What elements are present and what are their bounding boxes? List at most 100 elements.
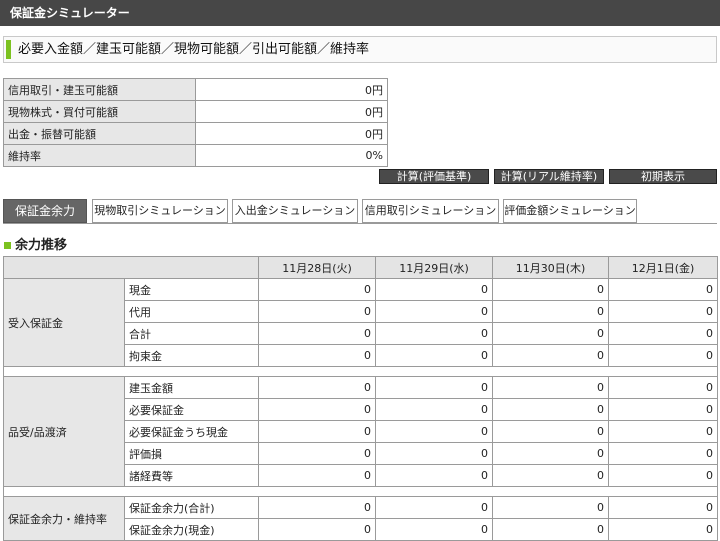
cell-value: 0 bbox=[492, 322, 609, 345]
summary-row: 信用取引・建玉可能額 0円 bbox=[3, 78, 388, 101]
header-row: 11月28日(火) 11月29日(水) 11月30日(木) 12月1日(金) bbox=[3, 256, 718, 279]
cell-value: 0 bbox=[492, 518, 609, 541]
cell-value: 0 bbox=[608, 322, 718, 345]
cell-value: 0 bbox=[375, 344, 493, 367]
cell-value: 0 bbox=[492, 398, 609, 421]
tab-divider bbox=[3, 223, 717, 224]
date-header: 11月28日(火) bbox=[258, 256, 376, 279]
cell-value: 0 bbox=[258, 518, 376, 541]
item-label: 拘束金 bbox=[124, 344, 259, 367]
cell-value: 0 bbox=[375, 300, 493, 323]
date-header: 12月1日(金) bbox=[608, 256, 718, 279]
header-blank bbox=[3, 256, 259, 279]
cell-value: 0 bbox=[258, 442, 376, 465]
cell-value: 0 bbox=[608, 398, 718, 421]
bullet-icon bbox=[4, 242, 11, 249]
cell-value: 0 bbox=[492, 376, 609, 399]
item-label: 建玉金額 bbox=[124, 376, 259, 399]
cell-value: 0 bbox=[375, 420, 493, 443]
summary-label: 信用取引・建玉可能額 bbox=[3, 78, 196, 101]
cell-value: 0 bbox=[375, 322, 493, 345]
cell-value: 0 bbox=[375, 398, 493, 421]
group-label: 受入保証金 bbox=[3, 278, 125, 367]
date-header: 11月29日(水) bbox=[375, 256, 493, 279]
table-row: 品受/品渡済 建玉金額 0 0 0 0 bbox=[3, 376, 718, 487]
summary-row: 現物株式・買付可能額 0円 bbox=[3, 100, 388, 123]
tab-deposit-sim[interactable]: 入出金シミュレーション bbox=[232, 199, 358, 223]
summary-label: 維持率 bbox=[3, 144, 196, 167]
cell-value: 0 bbox=[492, 344, 609, 367]
cell-value: 0 bbox=[375, 496, 493, 519]
app-title-bar: 保証金シミュレーター bbox=[0, 0, 720, 26]
spacer-cell bbox=[3, 486, 718, 497]
cell-value: 0 bbox=[258, 496, 376, 519]
cell-value: 0 bbox=[258, 420, 376, 443]
summary-label: 出金・振替可能額 bbox=[3, 122, 196, 145]
cell-value: 0 bbox=[608, 496, 718, 519]
item-label: 現金 bbox=[124, 278, 259, 301]
cell-value: 0 bbox=[608, 300, 718, 323]
spacer-cell bbox=[3, 366, 718, 377]
cell-value: 0 bbox=[375, 442, 493, 465]
group-label: 品受/品渡済 bbox=[3, 376, 125, 487]
cell-value: 0 bbox=[258, 398, 376, 421]
cell-value: 0 bbox=[492, 442, 609, 465]
cell-value: 0 bbox=[492, 420, 609, 443]
cell-value: 0 bbox=[492, 278, 609, 301]
item-label: 諸経費等 bbox=[124, 464, 259, 487]
cell-value: 0 bbox=[258, 344, 376, 367]
cell-value: 0 bbox=[608, 278, 718, 301]
tab-bar: 保証金余力 現物取引シミュレーション 入出金シミュレーション 信用取引シミュレー… bbox=[3, 199, 717, 224]
item-label: 代用 bbox=[124, 300, 259, 323]
section-title: 必要入金額／建玉可能額／現物可能額／引出可能額／維持率 bbox=[18, 42, 370, 57]
summary-value: 0円 bbox=[195, 78, 388, 101]
cell-value: 0 bbox=[608, 464, 718, 487]
tab-spot-sim[interactable]: 現物取引シミュレーション bbox=[92, 199, 228, 223]
item-label: 必要保証金 bbox=[124, 398, 259, 421]
spacer-row bbox=[3, 486, 718, 497]
cell-value: 0 bbox=[258, 322, 376, 345]
summary-label: 現物株式・買付可能額 bbox=[3, 100, 196, 123]
item-label: 保証金余力(現金) bbox=[124, 518, 259, 541]
table-row: 保証金余力・維持率 保証金余力(合計) 0 0 0 0 bbox=[3, 496, 718, 541]
item-label: 評価損 bbox=[124, 442, 259, 465]
summary-table: 信用取引・建玉可能額 0円 現物株式・買付可能額 0円 出金・振替可能額 0円 … bbox=[3, 78, 388, 167]
tab-valuation-sim[interactable]: 評価金額シミュレーション bbox=[503, 199, 637, 223]
calc-eval-button[interactable]: 計算(評価基準) bbox=[379, 169, 489, 184]
group-label: 保証金余力・維持率 bbox=[3, 496, 125, 541]
cell-value: 0 bbox=[492, 496, 609, 519]
cell-value: 0 bbox=[375, 278, 493, 301]
date-header: 11月30日(木) bbox=[492, 256, 609, 279]
balance-table: 11月28日(火) 11月29日(水) 11月30日(木) 12月1日(金) 受… bbox=[3, 256, 718, 541]
section-header: 必要入金額／建玉可能額／現物可能額／引出可能額／維持率 bbox=[3, 36, 717, 63]
tab-margin-balance[interactable]: 保証金余力 bbox=[3, 199, 87, 223]
calc-real-button[interactable]: 計算(リアル維持率) bbox=[494, 169, 604, 184]
cell-value: 0 bbox=[608, 518, 718, 541]
summary-value: 0% bbox=[195, 144, 388, 167]
cell-value: 0 bbox=[258, 376, 376, 399]
balance-title: 余力推移 bbox=[15, 238, 68, 253]
cell-value: 0 bbox=[608, 376, 718, 399]
cell-value: 0 bbox=[375, 518, 493, 541]
cell-value: 0 bbox=[608, 442, 718, 465]
spacer-row bbox=[3, 366, 718, 377]
section-accent-bar bbox=[6, 40, 11, 59]
tab-margin-sim[interactable]: 信用取引シミュレーション bbox=[362, 199, 499, 223]
table-row: 受入保証金 現金 0 0 0 0 bbox=[3, 278, 718, 367]
cell-value: 0 bbox=[492, 300, 609, 323]
summary-row: 出金・振替可能額 0円 bbox=[3, 122, 388, 145]
cell-value: 0 bbox=[258, 464, 376, 487]
cell-value: 0 bbox=[608, 344, 718, 367]
summary-value: 0円 bbox=[195, 122, 388, 145]
cell-value: 0 bbox=[492, 464, 609, 487]
cell-value: 0 bbox=[375, 376, 493, 399]
summary-value: 0円 bbox=[195, 100, 388, 123]
app-title: 保証金シミュレーター bbox=[10, 6, 130, 20]
initial-display-button[interactable]: 初期表示 bbox=[609, 169, 717, 184]
item-label: 保証金余力(合計) bbox=[124, 496, 259, 519]
item-label: 必要保証金うち現金 bbox=[124, 420, 259, 443]
cell-value: 0 bbox=[608, 420, 718, 443]
summary-row: 維持率 0% bbox=[3, 144, 388, 167]
cell-value: 0 bbox=[258, 300, 376, 323]
balance-heading: 余力推移 bbox=[4, 234, 68, 253]
